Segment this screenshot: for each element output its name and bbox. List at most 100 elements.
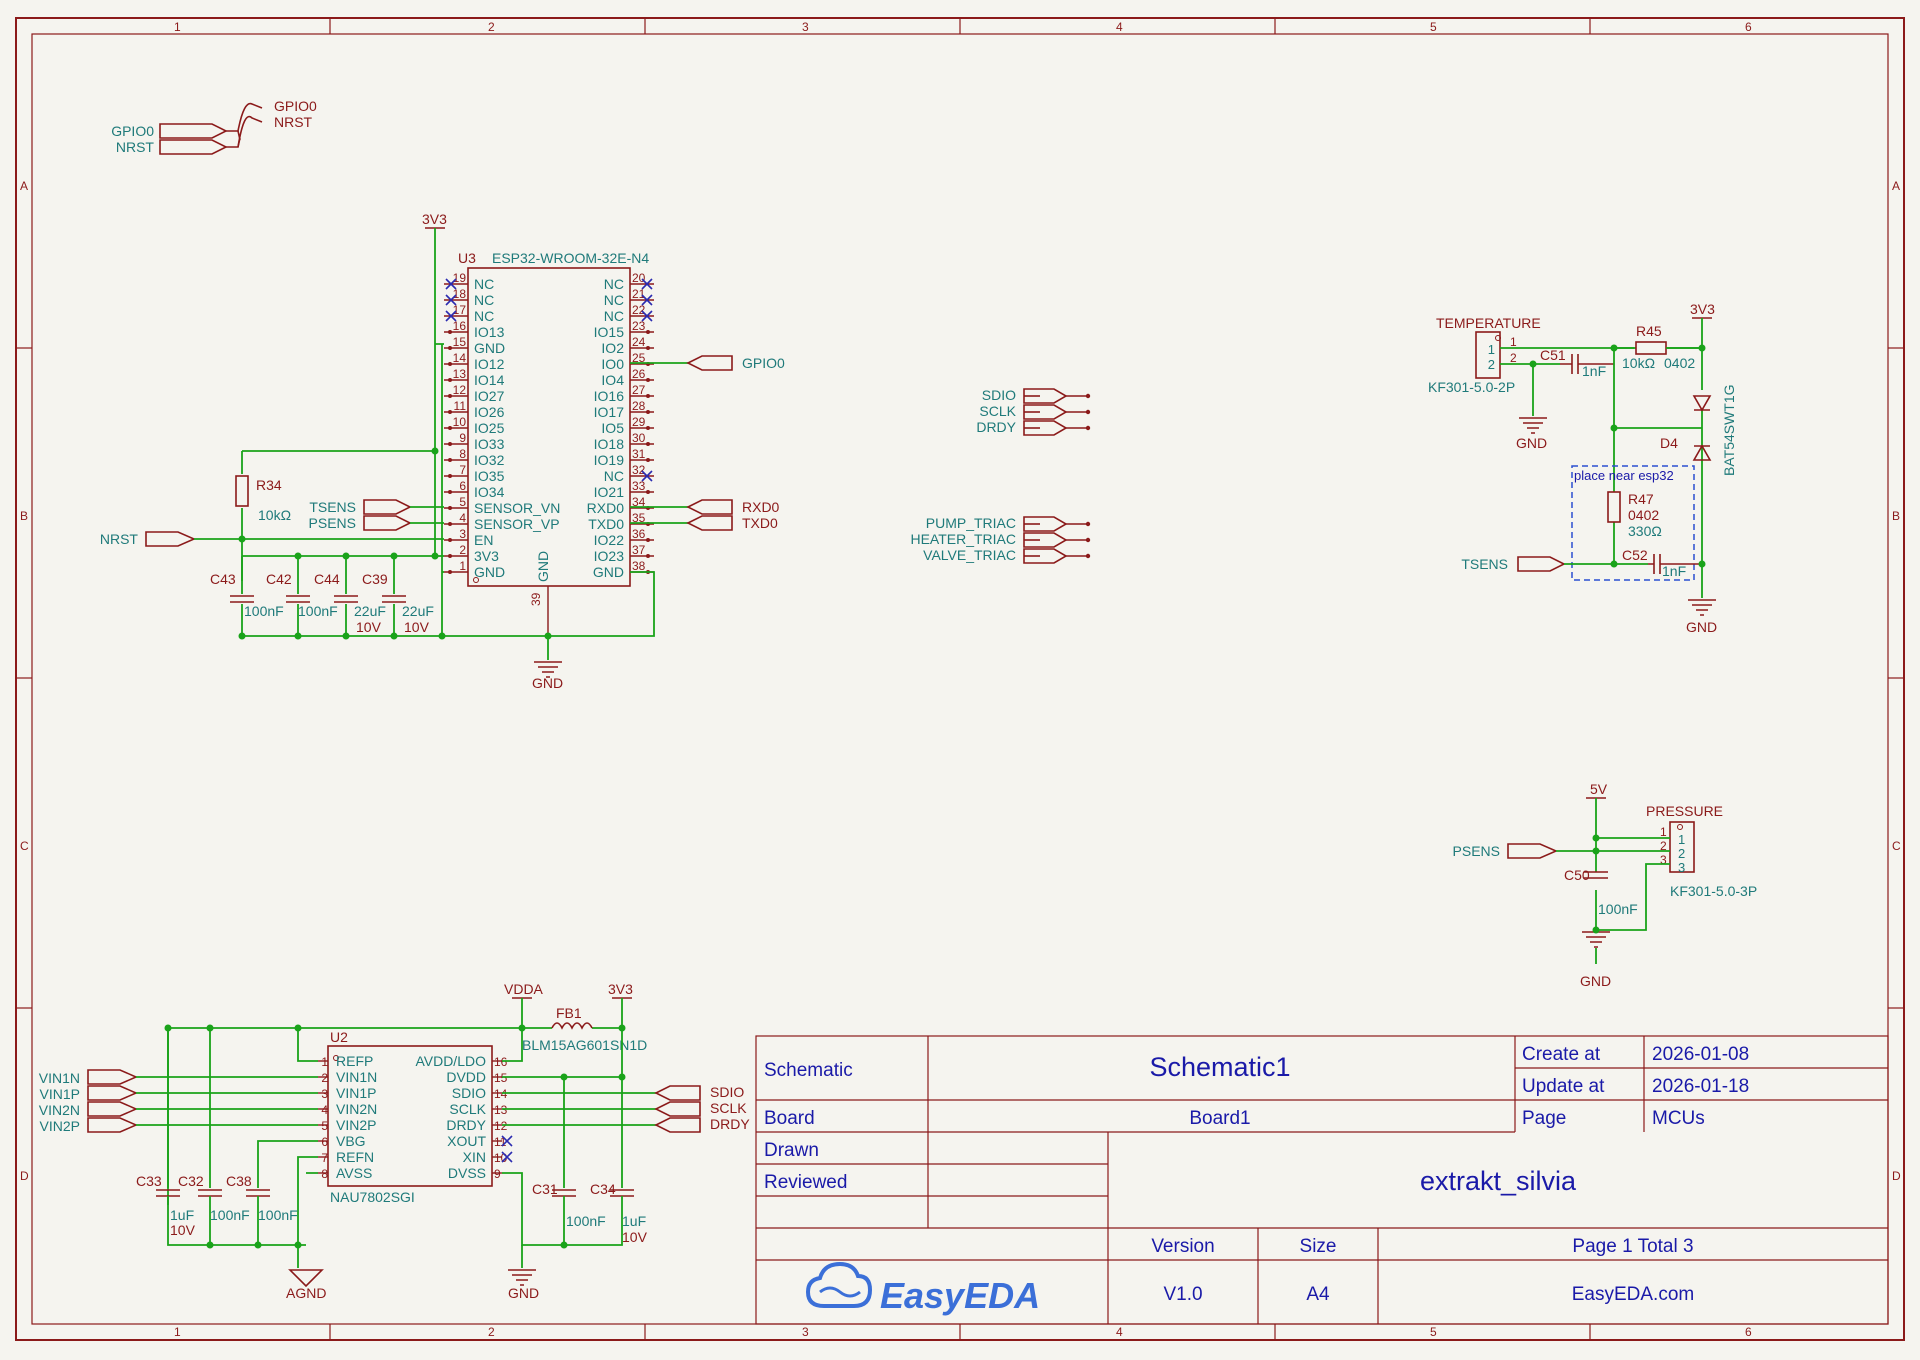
capacitor-1[interactable] (230, 595, 254, 603)
junction (294, 632, 302, 640)
ferrite-fb1[interactable] (551, 1022, 593, 1030)
pin-dot (448, 490, 452, 494)
pin-dot (448, 458, 452, 462)
junction (294, 552, 302, 560)
capacitor-2[interactable] (286, 595, 310, 603)
pin-dot (448, 570, 452, 574)
esp32-pin-num: 4 (459, 511, 466, 525)
net-label-vin1p: VIN1P (40, 1086, 80, 1102)
net-port-tsens[interactable] (363, 499, 412, 515)
junction (254, 1241, 262, 1249)
net-port-tsens-temp[interactable] (1517, 556, 1566, 572)
r34-ref: R34 (256, 477, 282, 493)
net-alias-block: GPIO0 NRST GPIO0 NRST (111, 98, 317, 155)
junction (206, 1241, 214, 1249)
net-port-input[interactable] (87, 1101, 138, 1117)
nau-pin-name: REFN (336, 1149, 374, 1165)
esp32-pin-name: NC (604, 308, 624, 324)
cap-c44-v: 10V (356, 619, 382, 635)
nau-ref: U2 (330, 1029, 348, 1045)
net-label-sclk-nau: SCLK (710, 1100, 747, 1116)
cap-c39-v: 10V (404, 619, 430, 635)
ruler-col-6-bottom: 6 (1745, 1325, 1752, 1339)
nau-pin-name: AVDD/LDO (415, 1053, 486, 1069)
ruler-row-c-right: C (1892, 839, 1901, 853)
junction (431, 552, 439, 560)
ruler-col-4-bottom: 4 (1116, 1325, 1123, 1339)
cap-c39-ref: C39 (362, 571, 388, 587)
net-port-output[interactable] (654, 1117, 701, 1133)
net-port-rxd0[interactable] (686, 499, 733, 515)
net-port-input[interactable] (87, 1117, 138, 1133)
easyeda-logo: EasyEDA (805, 1261, 1040, 1316)
esp32-pin-num: 16 (453, 319, 467, 333)
esp32-pin-num: 27 (632, 383, 646, 397)
pin-dot (646, 378, 650, 382)
esp32-left-pins: 19 NC18 NC17 NC16 IO1315 GND14 IO1213 IO1412 IO2… (444, 271, 560, 580)
net-port-gpio0-in[interactable] (159, 123, 228, 139)
temp-pin1-num: 1 (1510, 335, 1517, 349)
net-port-output[interactable] (654, 1101, 701, 1117)
r47-pkg: 0402 (1628, 507, 1659, 523)
cap-c43-val: 100nF (244, 603, 284, 619)
tb-page-info: Page 1 Total 3 (1572, 1236, 1693, 1257)
nau-pin-num: 1 (321, 1055, 328, 1069)
tb-drawn-label: Drawn (764, 1140, 819, 1161)
net-port-txd0[interactable] (686, 515, 733, 531)
net-label-psens: PSENS (309, 515, 356, 531)
net-label-nrst-in: NRST (116, 139, 155, 155)
net-port-nrst[interactable] (145, 531, 196, 547)
net-port-psens[interactable] (363, 515, 412, 531)
pressure-pin3-inner: 3 (1678, 860, 1685, 875)
esp32-pin-num: 26 (632, 367, 646, 381)
diode-d4-top[interactable] (1692, 395, 1712, 412)
net-port-gpio0[interactable] (686, 355, 733, 371)
capacitor-3[interactable] (334, 595, 358, 603)
esp32-pin-name: GND (474, 564, 505, 580)
gnd-label-temp: GND (1516, 435, 1547, 451)
nau-pin-name: SCLK (449, 1101, 486, 1117)
esp32-pin-name: IO19 (594, 452, 625, 468)
net-tie-cross (237, 130, 241, 148)
nau-pin-name: DRDY (446, 1117, 486, 1133)
net-label-drdy-mid: DRDY (976, 419, 1016, 435)
resistor-r34[interactable] (235, 475, 249, 507)
resistor-r45[interactable] (1635, 341, 1667, 355)
esp32-pin-name: SENSOR_VN (474, 500, 560, 516)
esp32-pin-num: 28 (632, 399, 646, 413)
c50-val: 100nF (1598, 901, 1638, 917)
capacitor-nau-3[interactable] (246, 1189, 270, 1197)
nau-pin-name: VIN2N (336, 1101, 377, 1117)
resistor-r47[interactable] (1607, 491, 1621, 523)
esp32-pin-num: 13 (453, 367, 467, 381)
pin-dot (646, 394, 650, 398)
esp32-pin-name: IO22 (594, 532, 625, 548)
pin-dot (448, 506, 452, 510)
pin-dot (646, 458, 650, 462)
pressure-conn-name: PRESSURE (1646, 803, 1723, 819)
net-port-input[interactable] (87, 1085, 138, 1101)
net-label-tsens-temp: TSENS (1461, 556, 1508, 572)
net-port-input[interactable] (87, 1069, 138, 1085)
esp32-pin-name: IO26 (474, 404, 505, 420)
net-port-psens-pressure[interactable] (1507, 843, 1558, 859)
capacitor-nau-2[interactable] (198, 1189, 222, 1197)
gnd-symbol-temp2 (1688, 599, 1716, 616)
tb-project-name: extrakt_silvia (1420, 1166, 1577, 1196)
esp32-pin-num: 36 (632, 527, 646, 541)
net-label-rxd0: RXD0 (742, 499, 780, 515)
nau-pin-name: VIN1N (336, 1069, 377, 1085)
net-port-output[interactable] (654, 1085, 701, 1101)
net-port-nrst-in[interactable] (159, 139, 228, 155)
gnd-symbol-nau (508, 1269, 536, 1286)
capacitor-4[interactable] (382, 595, 406, 603)
nau-part: NAU7802SGI (330, 1189, 415, 1205)
logo-text: EasyEDA (880, 1275, 1040, 1316)
temperature-block: TEMPERATURE 1 2 1 2 KF301-5.0-2P GND C51… (1428, 301, 1737, 635)
pin-dot (646, 490, 650, 494)
c52-ref: C52 (1622, 547, 1648, 563)
temp-power-label: 3V3 (1690, 301, 1715, 317)
cap-c31-val: 100nF (566, 1213, 606, 1229)
pressure-pin1-marker (1677, 824, 1683, 830)
pin-dot (448, 394, 452, 398)
